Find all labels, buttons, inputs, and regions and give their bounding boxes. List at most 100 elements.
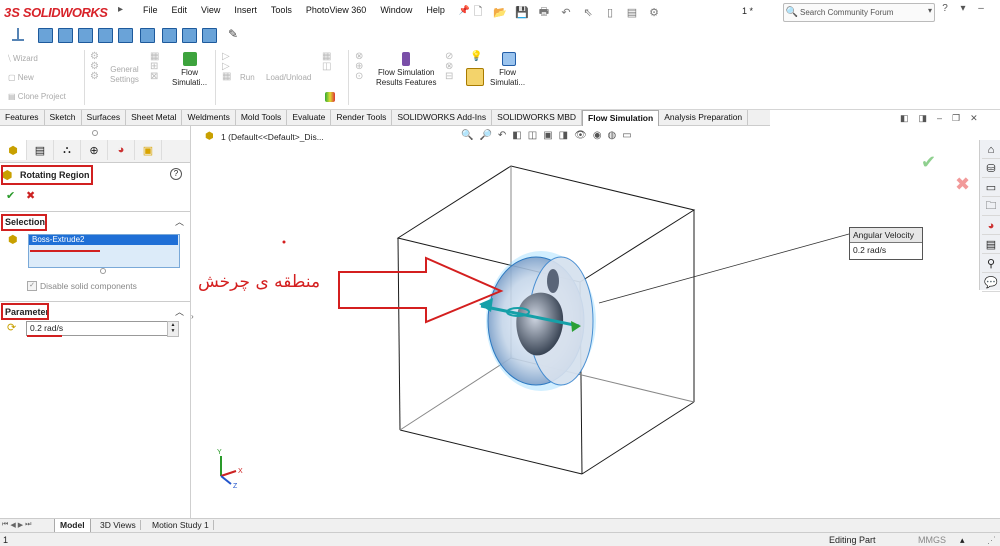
scroll-prev-icon[interactable]: ◀ xyxy=(10,521,15,529)
view-isometric-icon[interactable] xyxy=(162,28,177,43)
tab-sketch[interactable]: Sketch xyxy=(45,110,82,125)
view-bottom-icon[interactable] xyxy=(140,28,155,43)
value-spinner[interactable]: ▲ ▼ xyxy=(167,321,179,337)
angular-velocity-input[interactable]: 0.2 rad/s xyxy=(26,321,169,336)
units-dropdown-icon[interactable]: ▴ xyxy=(960,535,965,546)
model-viewport[interactable]: Y X Z ✔ ✖ xyxy=(191,126,978,518)
zoom-fit-icon[interactable]: 🔍 xyxy=(461,130,473,141)
prev-doc-icon[interactable]: ◧ xyxy=(900,113,909,124)
part-icon[interactable]: ⬢ xyxy=(205,131,214,142)
config-manager-tab-icon[interactable]: ⛬ xyxy=(54,140,81,160)
dimxpert-tab-icon[interactable]: ⊕ xyxy=(81,140,108,160)
run-button[interactable]: Run xyxy=(240,73,255,83)
view-palette-icon[interactable]: ◕ xyxy=(982,217,1000,235)
solidworks-logo[interactable]: 3S SOLIDWORKS xyxy=(4,3,108,21)
save-icon[interactable]: 💾 xyxy=(512,3,532,21)
collapse-icon[interactable]: ︿ xyxy=(175,215,184,228)
view-dimetric-icon[interactable] xyxy=(202,28,217,43)
display-style-icon[interactable]: ◨ xyxy=(559,130,568,141)
help-icon[interactable]: ? xyxy=(170,168,182,180)
tab-render-tools[interactable]: Render Tools xyxy=(331,110,393,125)
collapse-icon[interactable]: ︿ xyxy=(175,305,184,318)
new-doc-icon[interactable]: 🗋 xyxy=(468,3,488,21)
menu-photoview[interactable]: PhotoView 360 xyxy=(299,5,373,16)
general-settings-button[interactable]: General Settings xyxy=(110,65,139,85)
rotating-region[interactable] xyxy=(479,251,596,391)
appearances-icon[interactable]: ▤ xyxy=(982,236,1000,254)
menu-edit[interactable]: Edit xyxy=(165,5,195,16)
zoom-area-icon[interactable]: 🔎 xyxy=(479,130,491,141)
edit-appearance-icon[interactable]: ◉ xyxy=(593,130,602,141)
view-top-icon[interactable] xyxy=(118,28,133,43)
clone-project-button[interactable]: ▤ Clone Project xyxy=(8,92,66,102)
flow-simulation-2-button[interactable]: Flow Simulati... xyxy=(490,68,525,88)
restore-doc-icon[interactable]: ❐ xyxy=(952,113,960,124)
confirm-cancel-icon[interactable]: ✖ xyxy=(955,174,970,194)
flow-simulation-button[interactable]: Flow Simulati... xyxy=(172,68,207,88)
menu-file[interactable]: File xyxy=(136,5,165,16)
tab-analysis-preparation[interactable]: Analysis Preparation xyxy=(659,110,749,125)
home-icon[interactable]: ⌂ xyxy=(982,141,1000,159)
chevron-down-icon[interactable]: ▾ xyxy=(928,6,932,15)
dynamic-annotation-icon[interactable]: ◫ xyxy=(528,130,537,141)
menu-tools[interactable]: Tools xyxy=(264,5,299,16)
angular-velocity-callout[interactable]: Angular Velocity 0.2 rad/s xyxy=(849,227,923,260)
help-icon[interactable]: ? xyxy=(938,3,952,14)
menu-insert[interactable]: Insert xyxy=(227,5,264,16)
previous-view-icon[interactable]: ↶ xyxy=(498,130,506,141)
new-project-button[interactable]: ▢ New xyxy=(8,73,34,83)
next-doc-icon[interactable]: ◨ xyxy=(919,113,928,124)
minimize-icon[interactable]: – xyxy=(974,3,988,14)
confirm-ok-icon[interactable]: ✔ xyxy=(921,152,936,172)
status-units[interactable]: MMGS xyxy=(918,535,946,545)
view-front-icon[interactable] xyxy=(38,28,53,43)
select-icon[interactable]: ⇖ xyxy=(578,3,598,21)
menu-view[interactable]: View xyxy=(194,5,227,16)
panel-grip-icon[interactable] xyxy=(92,130,98,136)
menu-help[interactable]: Help xyxy=(419,5,452,16)
property-manager-tab-icon[interactable]: ▤ xyxy=(27,140,54,160)
view-trimetric-icon[interactable] xyxy=(182,28,197,43)
menu-window[interactable]: Window xyxy=(373,5,419,16)
tree-root-item[interactable]: 1 (Default<<Default>_Dis... xyxy=(221,132,324,142)
rebuild-icon[interactable]: ▯ xyxy=(600,3,620,21)
wizard-button[interactable]: ⧹ Wizard xyxy=(8,54,38,64)
normal-to-icon[interactable] xyxy=(10,27,26,43)
help-dropdown-icon[interactable]: ▾ xyxy=(956,3,970,14)
search-input[interactable]: Search Community Forum xyxy=(800,8,893,17)
flow-analysis-tab-icon[interactable]: ▣ xyxy=(135,140,162,160)
results-plot-icon[interactable] xyxy=(325,92,335,102)
section-view-icon[interactable]: ◧ xyxy=(512,130,521,141)
print-icon[interactable]: 🖶 xyxy=(534,3,554,21)
disable-solid-checkbox[interactable]: ✓ xyxy=(27,281,37,291)
logo-expand-icon[interactable]: ▸ xyxy=(118,4,123,15)
tab-mbd[interactable]: SOLIDWORKS MBD xyxy=(492,110,583,125)
file-properties-icon[interactable]: ▤ xyxy=(622,3,642,21)
tab-sheet-metal[interactable]: Sheet Metal xyxy=(126,110,183,125)
tab-3d-views[interactable]: 3D Views xyxy=(96,520,141,530)
search-box[interactable]: 🔍 Search Community Forum ▾ xyxy=(783,3,935,22)
ok-check-icon[interactable]: ✔ xyxy=(6,189,15,202)
cancel-x-icon[interactable]: ✖ xyxy=(26,189,35,202)
display-manager-tab-icon[interactable]: ◕ xyxy=(108,140,135,160)
view-orientation-icon[interactable]: ▣ xyxy=(543,130,552,141)
tab-addins[interactable]: SOLIDWORKS Add-Ins xyxy=(392,110,493,125)
view-settings-icon[interactable]: ▭ xyxy=(622,130,631,141)
undo-icon[interactable]: ↶ xyxy=(556,3,576,21)
tab-surfaces[interactable]: Surfaces xyxy=(82,110,127,125)
options-gear-icon[interactable]: ⚙ xyxy=(644,3,664,21)
hide-show-icon[interactable]: 👁 xyxy=(574,130,587,141)
forum-icon[interactable]: 💬 xyxy=(982,274,1000,292)
tab-weldments[interactable]: Weldments xyxy=(182,110,236,125)
view-right-icon[interactable] xyxy=(98,28,113,43)
tab-mold-tools[interactable]: Mold Tools xyxy=(236,110,288,125)
results-features-button[interactable]: Flow Simulation Results Features xyxy=(376,68,436,88)
list-resize-grip-icon[interactable] xyxy=(100,268,106,274)
open-icon[interactable]: 📂 xyxy=(490,3,510,21)
minimize-doc-icon[interactable]: – xyxy=(937,113,942,124)
feature-manager-tab-icon[interactable]: ⬢ xyxy=(0,140,27,160)
resize-grip-icon[interactable]: ⋰ xyxy=(987,535,996,546)
view-left-icon[interactable] xyxy=(78,28,93,43)
resources-icon[interactable]: ⛁ xyxy=(982,160,1000,178)
scroll-next-icon[interactable]: ▶ xyxy=(18,521,23,529)
